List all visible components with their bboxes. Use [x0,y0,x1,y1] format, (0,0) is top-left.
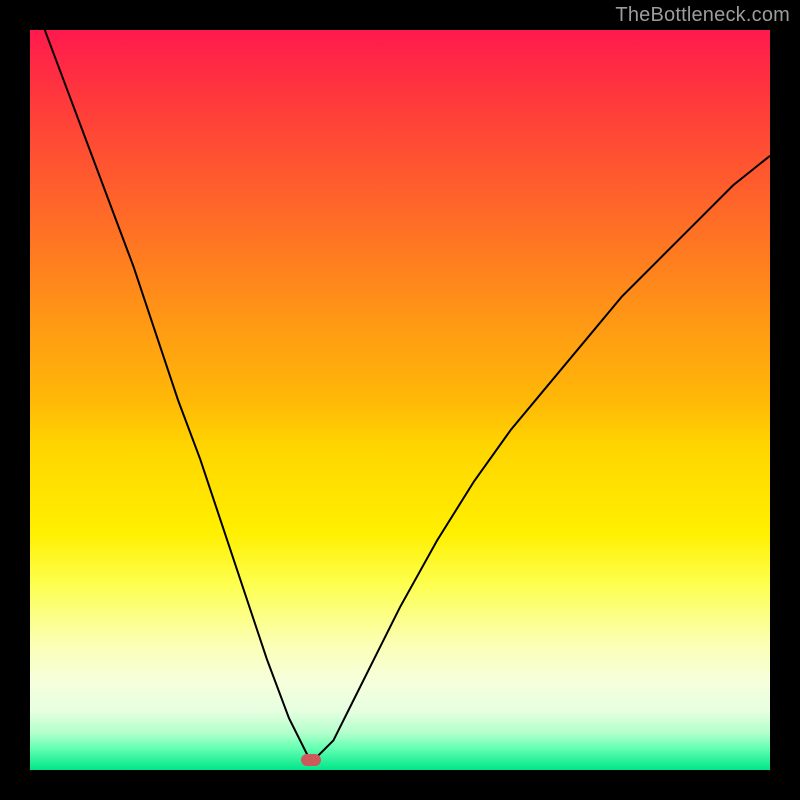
chart-stage: TheBottleneck.com [0,0,800,800]
optimal-point-marker [301,754,321,766]
bottleneck-curve [30,30,770,770]
curve-path [45,30,770,763]
plot-area [30,30,770,770]
watermark-label: TheBottleneck.com [615,4,790,27]
